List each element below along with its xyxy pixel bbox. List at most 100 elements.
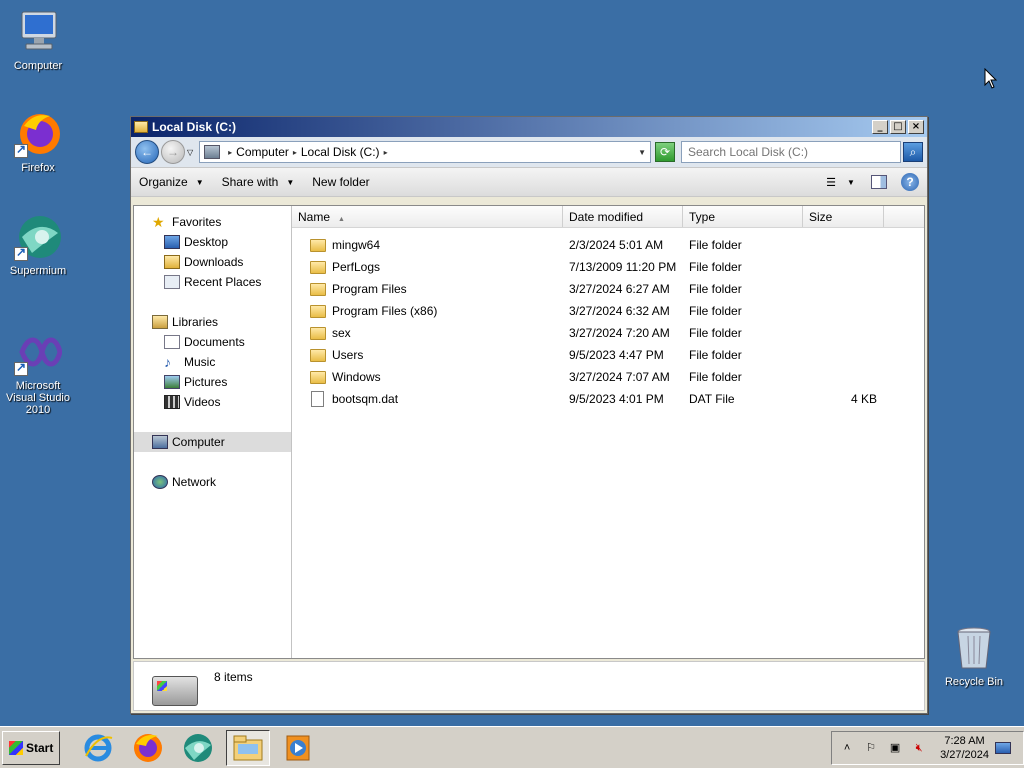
chevron-right-icon[interactable]: ▸ [228,148,232,157]
taskbar-media-player[interactable] [276,730,320,766]
file-type: File folder [689,370,742,384]
nav-documents[interactable]: Documents [134,332,291,352]
nav-label: Downloads [184,255,244,269]
refresh-button[interactable]: ⟳ [655,142,675,162]
show-desktop-icon[interactable] [995,741,1011,754]
file-name: bootsqm.dat [332,392,399,406]
nav-label: Network [172,475,217,489]
maximize-button[interactable]: □ [890,120,906,134]
search-icon[interactable]: ⌕ [903,142,923,162]
nav-network[interactable]: Network [134,472,291,492]
nav-desktop[interactable]: Desktop [134,232,291,252]
column-header-filler [884,206,924,227]
view-dropdown-icon[interactable]: ▼ [843,175,859,189]
nav-downloads[interactable]: Downloads [134,252,291,272]
chevron-down-icon: ▼ [195,177,204,187]
desktop-icon-visual-studio[interactable]: Microsoft Visual Studio 2010 [0,328,76,416]
nav-libraries[interactable]: Libraries [134,312,291,332]
file-row[interactable]: Program Files (x86) 3/27/2024 6:32 AM Fi… [292,300,924,322]
organize-label: Organize [139,175,188,189]
file-row[interactable]: mingw64 2/3/2024 5:01 AM File folder [292,234,924,256]
clock[interactable]: 7:28 AM 3/27/2024 [940,734,989,762]
organize-button[interactable]: Organize ▼ [139,175,204,189]
file-date: 3/27/2024 7:07 AM [569,370,670,384]
start-button[interactable]: Start [2,730,61,765]
column-header-name[interactable]: Name ▲ [292,206,563,227]
desktop-icon-computer[interactable]: Computer [0,8,76,72]
share-with-button[interactable]: Share with ▼ [222,175,295,189]
nav-pictures[interactable]: Pictures [134,372,291,392]
file-date: 3/27/2024 7:20 AM [569,326,670,340]
system-tray: ˄ ⚐ ▣ 🔇︎ 7:28 AM 3/27/2024 [831,730,1024,765]
nav-label: Recent Places [184,275,262,289]
computer-small-icon [204,145,221,159]
file-row[interactable]: Users 9/5/2023 4:47 PM File folder [292,344,924,366]
show-hidden-icons-icon[interactable]: ˄ [838,740,856,756]
file-row[interactable]: bootsqm.dat 9/5/2023 4:01 PM DAT File 4 … [292,388,924,410]
recent-pages-dropdown-icon[interactable]: ▽ [187,148,193,157]
start-label: Start [26,740,54,755]
file-row[interactable]: sex 3/27/2024 7:20 AM File folder [292,322,924,344]
search-input[interactable] [688,145,900,159]
computer-icon [14,8,62,56]
nav-label: Pictures [184,375,228,389]
desktop-icon-firefox[interactable]: Firefox [0,110,76,174]
column-header-date-modified[interactable]: Date modified [563,206,683,227]
taskbar-windows-explorer[interactable] [226,729,271,766]
sort-ascending-icon: ▲ [338,216,345,223]
chevron-right-icon[interactable]: ▸ [293,148,297,157]
desktop-icon-supermium[interactable]: Supermium [0,213,76,277]
chevron-right-icon[interactable]: ▸ [384,148,388,157]
action-center-flag-icon[interactable]: ⚐ [862,740,880,756]
windows-explorer-icon [233,735,263,760]
file-row[interactable]: Windows 3/27/2024 7:07 AM File folder [292,366,924,388]
folder-icon [310,260,326,274]
breadcrumb-local-disk[interactable]: Local Disk (C:) [301,145,380,159]
nav-favorites[interactable]: ★ Favorites [134,212,291,232]
network-status-icon[interactable]: ▣ [886,740,904,756]
downloads-icon [164,255,180,269]
file-date: 2/3/2024 5:01 AM [569,238,664,252]
nav-computer[interactable]: Computer [134,432,291,452]
column-header-size[interactable]: Size [803,206,884,227]
address-dropdown-icon[interactable]: ▼ [638,148,646,157]
nav-recent-places[interactable]: Recent Places [134,272,291,292]
file-date: 3/27/2024 6:32 AM [569,304,670,318]
desktop-icon-recycle-bin[interactable]: Recycle Bin [936,624,1012,688]
window-titlebar[interactable]: Local Disk (C:) _ □ × [131,117,927,137]
address-bar[interactable]: ▸ Computer ▸ Local Disk (C:) ▸ ▼ [199,141,651,163]
preview-pane-icon[interactable] [871,175,887,189]
help-icon[interactable]: ? [901,173,919,191]
clock-date: 3/27/2024 [940,748,989,761]
taskbar-firefox[interactable] [126,730,170,766]
internet-explorer-icon [84,734,113,761]
file-type: File folder [689,326,742,340]
taskbar-internet-explorer[interactable] [76,730,120,766]
back-button[interactable]: ← [135,140,159,164]
close-button[interactable]: × [908,120,924,134]
desktop-icon-label: Computer [13,60,63,72]
taskbar: Start ˄ ⚐ ▣ 🔇︎ 7:28 AM 3/27/2024 [0,726,1024,768]
breadcrumb-computer[interactable]: Computer [236,145,289,159]
column-label: Name [298,210,331,224]
forward-button[interactable]: → [161,140,185,164]
column-header-type[interactable]: Type [683,206,803,227]
firefox-icon [14,110,62,158]
file-date: 3/27/2024 6:27 AM [569,282,670,296]
search-box[interactable] [681,141,901,163]
file-row[interactable]: Program Files 3/27/2024 6:27 AM File fol… [292,278,924,300]
taskbar-supermium[interactable] [176,730,220,766]
file-row[interactable]: PerfLogs 7/13/2009 11:20 PM File folder [292,256,924,278]
minimize-button[interactable]: _ [872,120,888,134]
nav-label: Documents [184,335,245,349]
nav-videos[interactable]: Videos [134,392,291,412]
new-folder-button[interactable]: New folder [312,175,369,189]
nav-music[interactable]: ♪ Music [134,352,291,372]
desktop-icon-label: Microsoft Visual Studio 2010 [5,380,70,416]
computer-icon [152,435,168,449]
change-view-icon[interactable]: ☰ [823,175,839,189]
column-header-row: Name ▲ Date modified Type Size [292,206,924,228]
volume-muted-icon[interactable]: 🔇︎ [910,740,928,756]
file-icon [311,391,324,407]
folder-icon [310,304,326,318]
